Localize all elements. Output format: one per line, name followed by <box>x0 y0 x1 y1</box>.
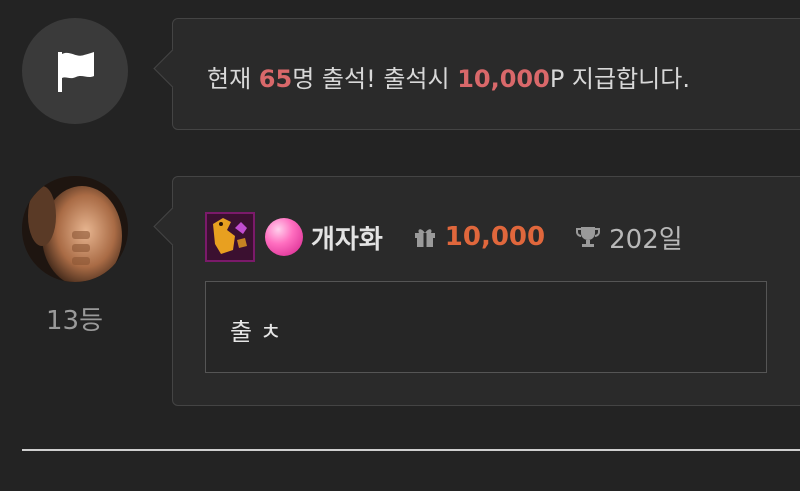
comment-meta: 개자화 10,000 202일 <box>205 211 683 263</box>
points-value: 10,000 <box>444 222 546 252</box>
comment-text: 출 ㅊ <box>230 318 282 346</box>
attendance-count: 65 <box>258 65 293 93</box>
flag-icon <box>58 52 94 92</box>
attendance-days: 202일 <box>609 224 683 255</box>
grade-orb-icon <box>265 218 303 256</box>
rank-label: 13등 <box>46 306 104 336</box>
notice-avatar <box>22 18 128 124</box>
reward-points: 10,000 <box>457 65 550 93</box>
user-avatar[interactable] <box>22 176 128 282</box>
comment-bubble: 개자화 10,000 202일 출 ㅊ <box>153 176 800 406</box>
gift-icon <box>414 229 435 247</box>
level-badge-icon <box>205 212 255 262</box>
attendance-notice: 현재 65명 출석! 출석시 10,000P 지급합니다. <box>207 65 690 93</box>
trophy-icon <box>576 227 601 247</box>
divider <box>22 449 800 451</box>
notice-bubble: 현재 65명 출석! 출석시 10,000P 지급합니다. <box>153 18 800 130</box>
comment-content-box: 출 ㅊ <box>205 281 767 373</box>
nickname[interactable]: 개자화 <box>311 219 383 256</box>
